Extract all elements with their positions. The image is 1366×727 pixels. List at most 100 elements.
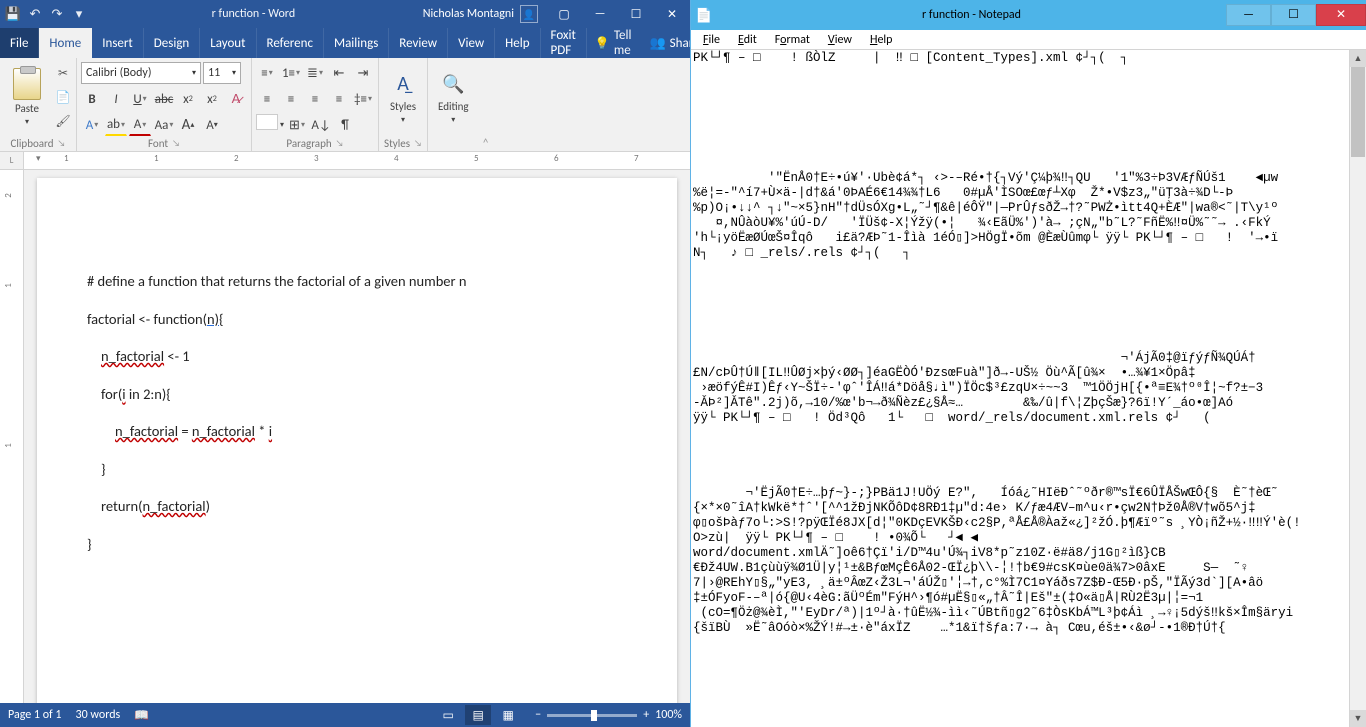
- read-mode-icon[interactable]: ▭: [435, 705, 461, 725]
- tab-review[interactable]: Review: [389, 28, 448, 58]
- ruler-vertical[interactable]: 2 1 1: [0, 170, 24, 703]
- scroll-up-icon[interactable]: ▲: [1350, 50, 1366, 67]
- tab-home[interactable]: Home: [39, 28, 92, 58]
- justify-button[interactable]: ≡: [328, 88, 350, 110]
- page-indicator[interactable]: Page 1 of 1: [8, 708, 62, 722]
- redo-icon[interactable]: ↷: [48, 5, 66, 23]
- code-line[interactable]: n_factorial = n_factorial * i: [87, 418, 627, 446]
- subscript-button[interactable]: x2: [177, 88, 199, 110]
- zoom-in-button[interactable]: +: [643, 708, 649, 722]
- shading-button[interactable]: [256, 114, 278, 130]
- notepad-textarea[interactable]: PK└┘¶ – □ ! ßÒlZ | ‼ □ [Content_Types].x…: [691, 50, 1349, 727]
- tab-design[interactable]: Design: [144, 28, 200, 58]
- word-count[interactable]: 30 words: [76, 708, 121, 722]
- align-center-button[interactable]: ≡: [280, 88, 302, 110]
- np-maximize-button[interactable]: ☐: [1271, 4, 1316, 26]
- copy-icon[interactable]: 📄: [54, 89, 72, 107]
- styles-button[interactable]: A̲ Styles ▾: [383, 60, 423, 135]
- code-line[interactable]: }: [87, 456, 627, 484]
- paste-dropdown-icon[interactable]: ▾: [25, 117, 29, 127]
- align-left-button[interactable]: ≡: [256, 88, 278, 110]
- strikethrough-button[interactable]: abc: [153, 88, 175, 110]
- tell-me-search[interactable]: 💡 Tell me: [587, 28, 640, 58]
- np-minimize-button[interactable]: —: [1226, 4, 1271, 26]
- show-marks-button[interactable]: ¶: [334, 114, 356, 136]
- ribbon-options-icon[interactable]: ▢: [546, 0, 582, 28]
- bullets-button[interactable]: ≡▾: [256, 62, 278, 84]
- notepad-scrollbar[interactable]: ▲ ▼: [1349, 50, 1366, 727]
- tab-foxit[interactable]: Foxit PDF: [541, 28, 587, 58]
- close-button[interactable]: ✕: [654, 0, 690, 28]
- zoom-level[interactable]: 100%: [655, 708, 682, 722]
- maximize-button[interactable]: ☐: [618, 0, 654, 28]
- tab-file[interactable]: File: [0, 28, 39, 58]
- print-layout-icon[interactable]: ▤: [465, 705, 491, 725]
- format-painter-icon[interactable]: 🖌: [54, 113, 72, 131]
- shrink-font-button[interactable]: A▾: [201, 114, 223, 136]
- code-line[interactable]: return(n_factorial): [87, 493, 627, 521]
- zoom-slider[interactable]: [547, 714, 637, 717]
- increase-indent-button[interactable]: ⇥: [352, 62, 374, 84]
- tab-insert[interactable]: Insert: [92, 28, 144, 58]
- scroll-down-icon[interactable]: ▼: [1350, 710, 1366, 727]
- zoom-out-button[interactable]: −: [535, 708, 541, 722]
- page-scroll[interactable]: # define a function that returns the fac…: [24, 170, 690, 703]
- underline-button[interactable]: U▾: [129, 88, 151, 110]
- ruler-corner[interactable]: L: [0, 152, 24, 169]
- font-color-button[interactable]: A▾: [129, 114, 151, 136]
- multilevel-button[interactable]: ≣▾: [304, 62, 326, 84]
- collapse-ribbon-icon[interactable]: ^: [479, 58, 493, 151]
- clipboard-launcher-icon[interactable]: ↘: [58, 138, 66, 149]
- scroll-thumb[interactable]: [1351, 67, 1365, 157]
- numbering-button[interactable]: 1≡▾: [280, 62, 302, 84]
- highlight-button[interactable]: ab▾: [105, 114, 127, 136]
- menu-edit[interactable]: Edit: [730, 32, 765, 48]
- borders-button[interactable]: ⊞▾: [286, 114, 308, 136]
- menu-help[interactable]: Help: [862, 32, 901, 48]
- tab-layout[interactable]: Layout: [200, 28, 256, 58]
- cut-icon[interactable]: ✂: [54, 65, 72, 83]
- font-launcher-icon[interactable]: ↘: [172, 138, 180, 149]
- font-name-combo[interactable]: Calibri (Body)▾: [81, 62, 201, 84]
- sort-button[interactable]: A↓: [310, 114, 332, 136]
- code-line[interactable]: # define a function that returns the fac…: [87, 268, 627, 296]
- qat-dropdown-icon[interactable]: ▾: [70, 5, 88, 23]
- ruler-horizontal[interactable]: L ▾ 1 1 2 3 4 5 6 7: [0, 152, 690, 170]
- line-spacing-button[interactable]: ‡≡▾: [352, 88, 374, 110]
- code-line[interactable]: }: [87, 531, 627, 559]
- web-layout-icon[interactable]: ▦: [495, 705, 521, 725]
- np-close-button[interactable]: ✕: [1316, 4, 1366, 26]
- align-right-button[interactable]: ≡: [304, 88, 326, 110]
- code-line[interactable]: factorial <- function(n){: [87, 306, 627, 334]
- save-icon[interactable]: 💾: [4, 5, 22, 23]
- italic-button[interactable]: I: [105, 88, 127, 110]
- grow-font-button[interactable]: A▴: [177, 114, 199, 136]
- menu-format[interactable]: Format: [767, 32, 818, 48]
- decrease-indent-button[interactable]: ⇤: [328, 62, 350, 84]
- user-account[interactable]: Nicholas Montagni 👤: [415, 5, 546, 23]
- tab-references[interactable]: Referenc: [257, 28, 324, 58]
- menu-view[interactable]: View: [820, 32, 860, 48]
- font-size-combo[interactable]: 11▾: [203, 62, 241, 84]
- code-line[interactable]: for(i in 2:n){: [87, 381, 627, 409]
- menu-file[interactable]: File: [695, 32, 728, 48]
- paste-button[interactable]: Paste ▾: [4, 60, 50, 135]
- proofing-icon[interactable]: 📖: [134, 708, 149, 723]
- zoom-thumb[interactable]: [591, 710, 597, 721]
- text-effects-button[interactable]: A▾: [81, 114, 103, 136]
- page[interactable]: # define a function that returns the fac…: [37, 178, 677, 703]
- code-line[interactable]: n_factorial <- 1: [87, 343, 627, 371]
- tab-help[interactable]: Help: [495, 28, 540, 58]
- superscript-button[interactable]: x2: [201, 88, 223, 110]
- styles-launcher-icon[interactable]: ↘: [414, 138, 422, 149]
- minimize-button[interactable]: —: [582, 0, 618, 28]
- ruler-ticks[interactable]: ▾ 1 1 2 3 4 5 6 7: [24, 152, 690, 169]
- clear-formatting-icon[interactable]: A̷: [225, 88, 247, 110]
- bold-button[interactable]: B: [81, 88, 103, 110]
- editing-button[interactable]: 🔍 Editing ▾: [432, 60, 475, 135]
- tab-mailings[interactable]: Mailings: [324, 28, 389, 58]
- tab-view[interactable]: View: [448, 28, 495, 58]
- change-case-button[interactable]: Aa▾: [153, 114, 175, 136]
- paragraph-launcher-icon[interactable]: ↘: [336, 138, 344, 149]
- undo-icon[interactable]: ↶: [26, 5, 44, 23]
